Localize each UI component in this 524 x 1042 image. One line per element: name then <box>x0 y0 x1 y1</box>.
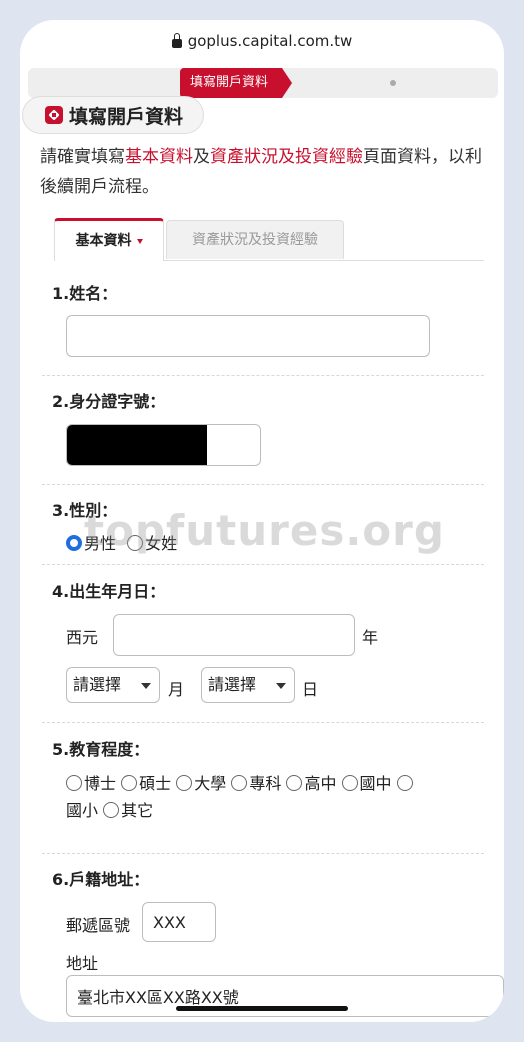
radio-education-elementary-label: 國小 <box>66 801 99 820</box>
radio-male[interactable] <box>66 534 82 551</box>
name-input[interactable] <box>66 315 430 357</box>
dropdown-arrow-icon <box>141 683 151 689</box>
radio-female-label: 女姓 <box>145 534 178 553</box>
caret-down-icon <box>136 238 143 244</box>
birth-year-input[interactable] <box>113 614 355 656</box>
year-suffix: 年 <box>362 628 379 647</box>
url-text: goplus.capital.com.tw <box>187 32 353 50</box>
intro-part2: 及 <box>193 147 210 167</box>
address-label: 6.戶籍地址： <box>52 870 150 889</box>
zip-input-value: XXX <box>153 912 186 932</box>
progress-step-active: 填寫開戶資料 <box>180 68 293 98</box>
month-suffix: 月 <box>168 680 185 699</box>
birth-day-value: 請選擇 <box>208 675 257 694</box>
radio-education-juniorhigh-label: 國中 <box>359 774 392 793</box>
radio-female[interactable] <box>127 534 144 551</box>
divider <box>42 853 484 854</box>
address-input-value: 臺北市XX區XX路XX號 <box>77 988 239 1007</box>
progress-bar: 填寫開戶資料 <box>28 68 498 98</box>
tab-asset-experience[interactable]: 資產狀況及投資經驗 <box>166 220 344 259</box>
name-label: 1.姓名： <box>52 284 118 303</box>
address-detail-label: 地址 <box>66 954 99 973</box>
progress-step-dot <box>390 80 396 86</box>
lock-icon <box>171 32 182 48</box>
form-icon <box>45 106 63 124</box>
home-indicator[interactable] <box>176 1006 348 1011</box>
tab-basic-info[interactable]: 基本資料 <box>54 218 164 261</box>
divider <box>42 564 484 565</box>
radio-education-college[interactable] <box>231 774 248 791</box>
divider <box>42 375 484 376</box>
radio-education-other-label: 其它 <box>121 801 154 820</box>
phone-screen: goplus.capital.com.tw 填寫開戶資料 填寫開戶資料 請確實填… <box>20 20 504 1022</box>
education-label: 5.教育程度： <box>52 740 150 759</box>
zip-input[interactable]: XXX <box>142 902 216 942</box>
intro-asset-info-link[interactable]: 資產狀況及投資經驗 <box>210 147 363 167</box>
radio-education-university[interactable] <box>176 774 193 791</box>
radio-education-highschool-label: 高中 <box>304 774 337 793</box>
redaction-block <box>67 425 207 465</box>
radio-education-phd-label: 博士 <box>84 774 117 793</box>
tab-bar: 基本資料 資產狀況及投資經驗 <box>54 218 484 261</box>
radio-education-elementary[interactable] <box>396 774 413 791</box>
radio-education-university-label: 大學 <box>194 774 227 793</box>
intro-text: 請確實填寫基本資料及資產狀況及投資經驗頁面資料，以利後續開戶流程。 <box>40 142 486 202</box>
birthday-label: 4.出生年月日： <box>52 582 166 601</box>
radio-education-highschool[interactable] <box>286 774 303 791</box>
intro-basic-info-link[interactable]: 基本資料 <box>125 147 193 167</box>
dropdown-arrow-icon <box>276 683 286 689</box>
page-title: 填寫開戶資料 <box>22 96 205 134</box>
birth-day-select[interactable]: 請選擇 <box>201 667 295 703</box>
era-prefix: 西元 <box>66 628 99 647</box>
divider <box>42 722 484 723</box>
tab-asset-experience-label: 資產狀況及投資經驗 <box>192 232 318 248</box>
birth-month-select[interactable]: 請選擇 <box>66 667 160 703</box>
id-number-label: 2.身分證字號： <box>52 392 166 411</box>
gender-options: 男性 女姓 <box>66 530 177 554</box>
radio-education-other[interactable] <box>103 801 120 818</box>
intro-part1: 請確實填寫 <box>40 147 125 167</box>
radio-education-college-label: 專科 <box>249 774 282 793</box>
address-bar[interactable]: goplus.capital.com.tw <box>20 20 504 62</box>
id-number-input[interactable] <box>66 424 261 466</box>
divider <box>42 484 484 485</box>
tab-basic-info-label: 基本資料 <box>75 233 132 249</box>
radio-male-label: 男性 <box>84 534 117 553</box>
page-title-text: 填寫開戶資料 <box>69 105 184 128</box>
radio-education-phd[interactable] <box>66 774 82 791</box>
radio-education-juniorhigh[interactable] <box>341 774 358 791</box>
gender-label: 3.性別： <box>52 501 118 520</box>
zip-label: 郵遞區號 <box>66 916 131 935</box>
radio-education-master[interactable] <box>121 774 138 791</box>
birth-month-value: 請選擇 <box>73 675 122 694</box>
radio-education-master-label: 碩士 <box>139 774 172 793</box>
education-options: 博士 碩士 大學 專科 高中 國中 國小 其它 <box>66 770 466 824</box>
day-suffix: 日 <box>302 680 319 699</box>
